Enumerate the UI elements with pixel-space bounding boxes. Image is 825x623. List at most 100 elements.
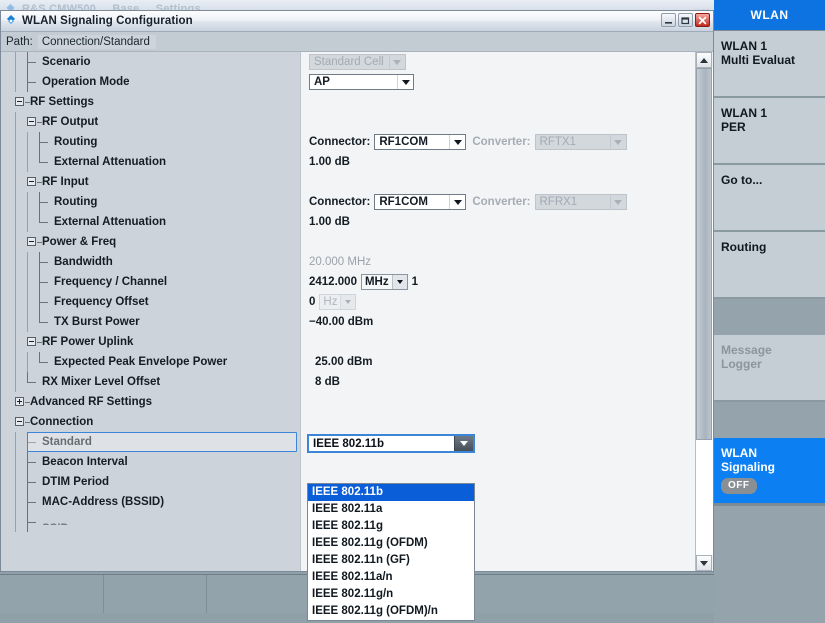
collapse-icon[interactable] [27, 177, 36, 186]
softkey-bottom-filler [714, 505, 825, 623]
frequency-unit-combo[interactable]: MHz [360, 274, 408, 290]
value-row: AP [301, 72, 695, 92]
standard-combo[interactable]: IEEE 802.11b [307, 434, 475, 453]
dropdown-option[interactable]: IEEE 802.11g/n [308, 586, 474, 603]
softkey-label-line2: PER [721, 120, 746, 134]
dropdown-option[interactable]: IEEE 802.11n (GF) [308, 552, 474, 569]
tree-row[interactable]: RF Output [1, 112, 300, 132]
chevron-down-icon[interactable] [397, 75, 413, 89]
rohde-schwarz-logo-icon [6, 15, 16, 24]
dropdown-option[interactable]: IEEE 802.11g (OFDM) [308, 535, 474, 552]
tree-row-label: Expected Peak Envelope Power [54, 356, 228, 368]
rx-converter-combo: RFRX1 [534, 194, 627, 210]
softkey-label-line1: Message [721, 343, 772, 357]
window-titlebar[interactable]: WLAN Signaling Configuration [1, 11, 713, 32]
status-cell-2[interactable] [104, 575, 207, 613]
dropdown-option[interactable]: IEEE 802.11a/n [308, 569, 474, 586]
tx-converter-label: Converter: [472, 136, 531, 148]
value-row: 1.00 dB [301, 152, 695, 172]
collapse-icon[interactable] [27, 117, 36, 126]
collapse-icon[interactable] [27, 237, 36, 246]
status-cell-1[interactable] [0, 575, 104, 613]
tree-row[interactable]: Frequency / Channel [1, 272, 300, 292]
status-cell-3[interactable] [207, 575, 308, 613]
scrollbar-track[interactable] [696, 68, 713, 555]
chevron-down-icon[interactable] [609, 135, 626, 149]
tree-row[interactable]: Expected Peak Envelope Power [1, 352, 300, 372]
softkey-button[interactable]: WLAN Signaling OFF [714, 438, 825, 505]
tree-row[interactable]: External Attenuation [1, 152, 300, 172]
path-label: Path: [6, 35, 33, 48]
softkey-label-line2: Multi Evaluat [721, 53, 796, 67]
rx-connector-combo[interactable]: RF1COM [374, 194, 467, 210]
tx-converter-combo-value: RFTX1 [539, 136, 576, 148]
tx-connector-combo[interactable]: RF1COM [374, 134, 467, 150]
tree-row[interactable]: RF Input [1, 172, 300, 192]
minimize-icon[interactable] [661, 13, 676, 27]
softkey-label-line1: WLAN [721, 446, 757, 460]
operation-mode-combo[interactable]: AP [309, 74, 414, 90]
softkey-button[interactable]: WLAN 1 Multi Evaluat [714, 31, 825, 98]
expand-icon[interactable] [15, 397, 24, 406]
scrollbar-thumb[interactable] [696, 68, 712, 440]
value-row [301, 412, 695, 432]
tree-row[interactable]: Standard [1, 432, 300, 452]
chevron-down-icon[interactable] [449, 135, 466, 149]
tree-row[interactable]: Connection [1, 412, 300, 432]
dropdown-option[interactable]: IEEE 802.11a [308, 501, 474, 518]
tree-row[interactable]: Operation Mode [1, 72, 300, 92]
close-icon[interactable] [695, 13, 710, 27]
tree-row[interactable]: Routing [1, 132, 300, 152]
tree-row[interactable]: External Attenuation [1, 212, 300, 232]
softkey-button[interactable]: Routing [714, 232, 825, 299]
tree-guide-line [15, 212, 16, 232]
value-row [301, 112, 695, 132]
softkey-button[interactable]: WLAN 1 PER [714, 98, 825, 165]
tree-row[interactable]: DTIM Period [1, 472, 300, 492]
chevron-down-icon[interactable] [609, 195, 626, 209]
chevron-down-icon[interactable] [391, 275, 407, 289]
softkey-label-line1: WLAN 1 [721, 106, 767, 120]
tree-row[interactable]: RF Power Uplink [1, 332, 300, 352]
value-row: 8 dB [301, 372, 695, 392]
vertical-scrollbar[interactable] [695, 52, 713, 571]
tree-elbow [27, 82, 36, 83]
scroll-up-icon[interactable] [696, 52, 712, 68]
softkey-button[interactable]: Go to... [714, 165, 825, 232]
tree-row-label: Frequency Offset [54, 296, 149, 308]
chevron-down-icon [340, 295, 356, 309]
softkey-header: WLAN [714, 0, 825, 31]
dropdown-option[interactable]: IEEE 802.11g [308, 518, 474, 535]
tree-row[interactable]: Bandwidth [1, 252, 300, 272]
tree-row[interactable]: Power & Freq [1, 232, 300, 252]
tree-elbow [39, 362, 48, 363]
collapse-icon[interactable] [15, 417, 24, 426]
tree-guide-line [15, 292, 16, 312]
tree-row[interactable]: RX Mixer Level Offset [1, 372, 300, 392]
tree-guide-line [15, 152, 16, 172]
collapse-icon[interactable] [15, 97, 24, 106]
collapse-icon[interactable] [27, 337, 36, 346]
scroll-down-icon[interactable] [696, 555, 712, 571]
tree-row[interactable]: Beacon Interval [1, 452, 300, 472]
tree-row-label: Frequency / Channel [54, 276, 168, 288]
tree-row[interactable]: TX Burst Power [1, 312, 300, 332]
chevron-down-icon[interactable] [449, 195, 466, 209]
tree-row[interactable]: RF Settings [1, 92, 300, 112]
standard-dropdown-list[interactable]: IEEE 802.11b IEEE 802.11a IEEE 802.11g IEEE… [307, 483, 475, 621]
softkey-list: WLAN 1 Multi Evaluat WLAN 1 PER Go to... Rout… [714, 31, 825, 505]
tree-row[interactable]: SSID [1, 512, 300, 532]
dropdown-option[interactable]: IEEE 802.11g (OFDM)/n [308, 603, 474, 620]
tree-row[interactable]: Advanced RF Settings [1, 392, 300, 412]
tree-row[interactable]: Frequency Offset [1, 292, 300, 312]
chevron-down-icon[interactable] [388, 55, 405, 69]
tree-row[interactable]: MAC-Address (BSSID) [1, 492, 300, 512]
settings-tree: Scenario Operation Mode RF Settings RF Outp… [1, 52, 301, 571]
tree-elbow [39, 142, 48, 143]
dropdown-option[interactable]: IEEE 802.11b [308, 484, 474, 501]
restore-icon[interactable] [678, 13, 693, 27]
chevron-down-icon[interactable] [454, 436, 473, 451]
tree-row[interactable]: Routing [1, 192, 300, 212]
tree-row[interactable]: Scenario [1, 52, 300, 72]
value-row [301, 232, 695, 252]
